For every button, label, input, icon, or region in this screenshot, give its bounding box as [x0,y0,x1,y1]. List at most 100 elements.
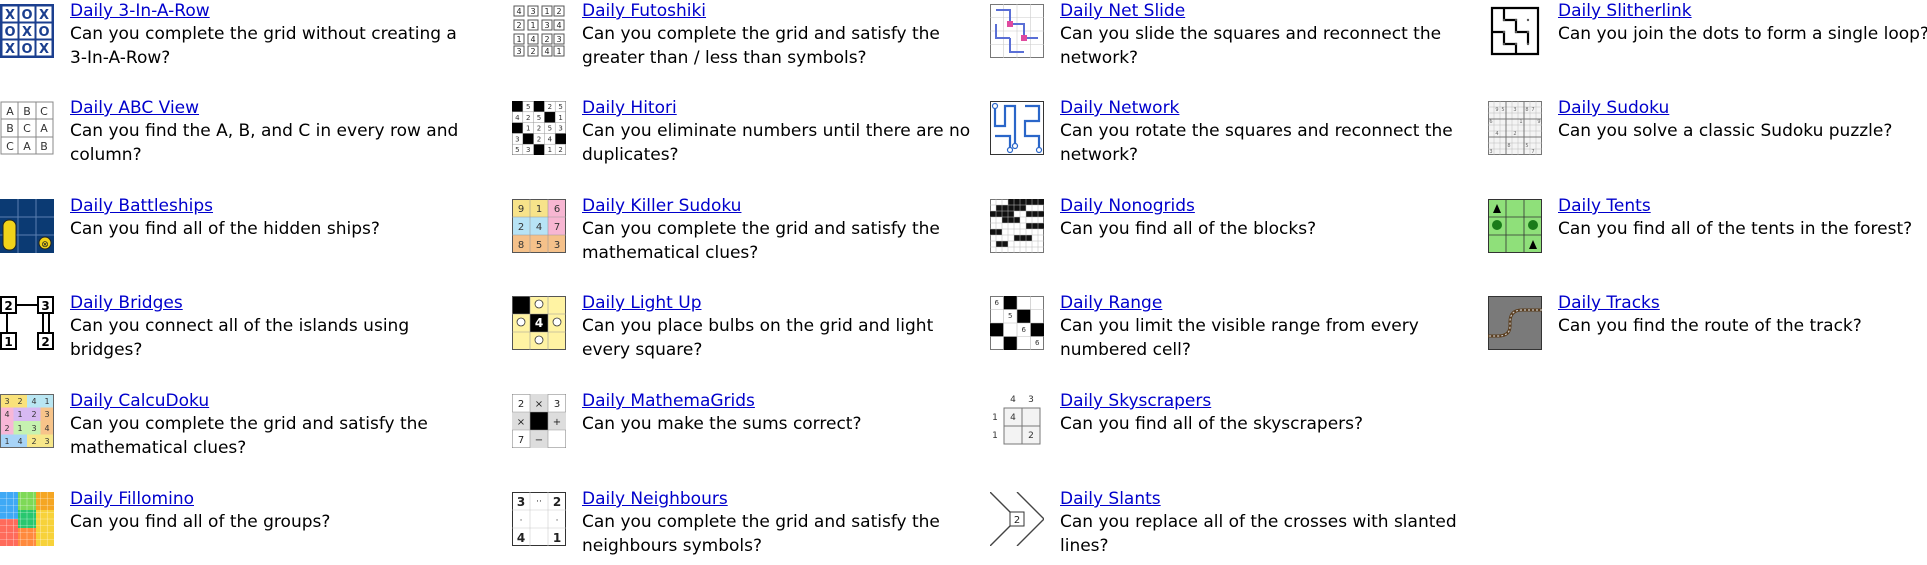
puzzle-title-link[interactable]: Daily Skyscrapers [1060,390,1460,412]
svg-text:5: 5 [548,125,552,133]
svg-text:1: 1 [544,7,549,16]
light-up-icon[interactable]: 4 [512,296,566,350]
svg-text:+: + [553,417,561,428]
slants-icon[interactable]: 2 [990,492,1044,546]
net-slide-icon[interactable] [990,4,1044,58]
battleships-icon[interactable]: ⊗ [0,199,54,253]
svg-text:5: 5 [526,103,530,111]
svg-text:1: 1 [44,397,49,406]
neighbours-icon[interactable]: 32 41 ·· · · [512,492,566,546]
puzzle-title-link[interactable]: Daily Light Up [582,292,982,314]
svg-text:3: 3 [31,424,36,433]
calcudoku-icon[interactable]: 3241 4123 2134 1423 [0,394,54,448]
svg-text:B: B [23,105,31,118]
svg-text:2: 2 [4,299,12,313]
svg-text:4: 4 [548,136,553,144]
puzzle-title-link[interactable]: Daily MathemaGrids [582,390,982,412]
puzzle-title-link[interactable]: Daily Bridges [70,292,470,314]
puzzle-description: Can you find all of the skyscrapers? [1060,414,1364,434]
puzzle-title-link[interactable]: Daily Tents [1558,195,1927,217]
puzzle-description: Can you find all of the hidden ships? [70,219,380,239]
svg-text:4: 4 [44,424,49,433]
slitherlink-icon[interactable] [1488,4,1542,58]
svg-text:6: 6 [1022,326,1027,334]
puzzle-title-link[interactable]: Daily CalcuDoku [70,390,470,412]
puzzle-item: Daily Tents Can you find all of the tent… [1488,195,1927,253]
three-in-a-row-icon[interactable]: XOX OXO XOX [0,4,54,58]
futoshiki-icon[interactable]: 4312 2134 1423 3241 [512,4,566,58]
puzzle-description: Can you find the A, B, and C in every ro… [70,121,459,165]
fillomino-icon[interactable] [0,492,54,546]
puzzle-description: Can you join the dots to form a single l… [1558,24,1927,44]
tracks-icon[interactable] [1488,296,1542,350]
puzzle-title-link[interactable]: Daily 3-In-A-Row [70,0,470,22]
puzzle-title-link[interactable]: Daily Range [1060,292,1460,314]
svg-text:1: 1 [4,335,12,349]
puzzle-title-link[interactable]: Daily Killer Sudoku [582,195,982,217]
puzzle-title-link[interactable]: Daily Net Slide [1060,0,1460,22]
svg-text:4: 4 [4,410,9,419]
puzzle-title-link[interactable]: Daily Network [1060,97,1460,119]
sudoku-icon[interactable]: 95387 619 42 8537 [1488,101,1542,155]
svg-text:4: 4 [516,7,521,16]
svg-text:5: 5 [515,146,519,154]
svg-text:9: 9 [1495,107,1498,113]
svg-text:2: 2 [537,136,541,144]
puzzle-title-link[interactable]: Daily Neighbours [582,488,982,510]
svg-text:4: 4 [17,437,22,446]
svg-text:1: 1 [1519,119,1522,125]
abc-view-icon[interactable]: ABC BCA CAB [0,101,54,155]
puzzle-item: 32 41 ·· · · Daily Neighbours Can you com… [512,488,982,558]
puzzle-description: Can you place bulbs on the grid and ligh… [582,316,934,360]
range-icon[interactable]: 6566 [990,296,1044,350]
svg-text:6: 6 [1035,339,1040,347]
svg-text:3: 3 [530,7,535,16]
puzzle-item: Daily Slitherlink Can you join the dots … [1488,0,1927,58]
puzzle-item: 4312 2134 1423 3241 Daily Futoshiki Can … [512,0,982,70]
svg-text:A: A [40,122,48,135]
puzzle-item: ABC BCA CAB Daily ABC View Can you find … [0,97,470,167]
puzzle-title-link[interactable]: Daily Futoshiki [582,0,982,22]
svg-text:7: 7 [1531,149,1534,155]
puzzle-title-link[interactable]: Daily Battleships [70,195,470,217]
puzzle-title-link[interactable]: Daily Slants [1060,488,1460,510]
svg-text:4: 4 [1495,131,1498,137]
puzzle-title-link[interactable]: Daily Fillomino [70,488,470,510]
bridges-icon[interactable]: 2 3 1 2 [0,296,54,350]
puzzle-title-link[interactable]: Daily Sudoku [1558,97,1927,119]
puzzle-description: Can you rotate the squares and reconnect… [1060,121,1453,165]
hitori-icon[interactable]: 525 4251 1253 324 5312 [512,101,566,155]
svg-text:×: × [535,399,543,410]
svg-text:5: 5 [558,103,562,111]
svg-text:5: 5 [1525,143,1528,149]
svg-text:3: 3 [544,21,549,30]
svg-text:8: 8 [1525,107,1528,113]
svg-text:−: − [535,435,543,446]
svg-text:3: 3 [515,136,519,144]
puzzle-title-link[interactable]: Daily ABC View [70,97,470,119]
puzzle-description: Can you eliminate numbers until there ar… [582,121,971,165]
svg-text:6: 6 [995,299,1000,307]
svg-text:X: X [39,8,49,23]
svg-text:5: 5 [1008,312,1012,320]
svg-text:8: 8 [1507,143,1510,149]
svg-text:4: 4 [1010,395,1016,405]
svg-text:2: 2 [17,397,22,406]
puzzle-title-link[interactable]: Daily Nonogrids [1060,195,1460,217]
svg-text:9: 9 [518,204,524,215]
skyscrapers-icon[interactable]: 4 3 1 4 1 2 [990,394,1044,448]
svg-text:4: 4 [31,397,36,406]
mathemagrids-icon[interactable]: 2 × 3 × + 7− [512,394,566,448]
svg-text:4: 4 [515,114,520,122]
puzzle-title-link[interactable]: Daily Tracks [1558,292,1927,314]
svg-text:1: 1 [516,35,521,44]
nonogrids-icon[interactable] [990,199,1044,253]
puzzle-title-link[interactable]: Daily Slitherlink [1558,0,1927,22]
puzzle-description: Can you complete the grid and satisfy th… [70,414,428,458]
svg-text:O: O [21,8,32,23]
svg-text:1: 1 [17,410,22,419]
killer-sudoku-icon[interactable]: 9 1 6 2 4 7 8 5 3 [512,199,566,253]
puzzle-title-link[interactable]: Daily Hitori [582,97,982,119]
tents-icon[interactable] [1488,199,1542,253]
network-icon[interactable] [990,101,1044,155]
